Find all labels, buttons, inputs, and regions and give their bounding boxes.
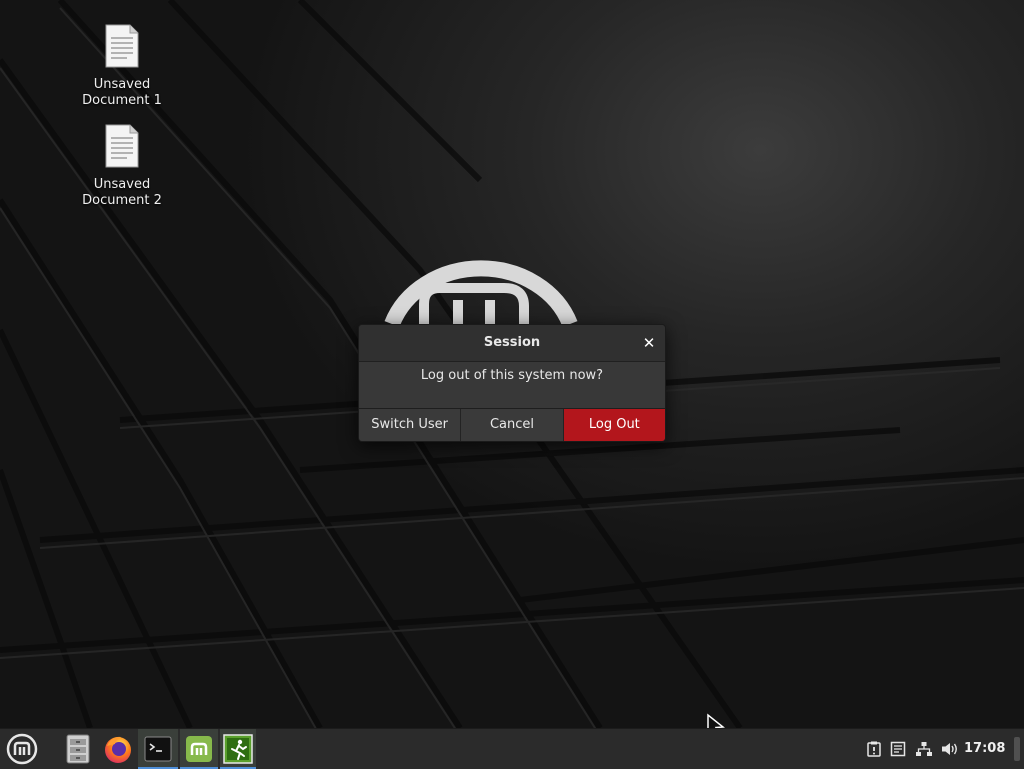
menu-button[interactable] [2, 729, 42, 769]
notes-icon [890, 741, 906, 757]
mouse-pointer-icon [707, 713, 725, 728]
dialog-title: Session [483, 335, 541, 350]
file-manager-launcher[interactable] [60, 729, 96, 769]
desktop-icon-document-2[interactable]: Unsaved Document 2 [74, 124, 170, 209]
desktop-icon-document-1[interactable]: Unsaved Document 1 [74, 24, 170, 109]
show-desktop-button[interactable] [1014, 737, 1020, 761]
tray-notes[interactable] [888, 729, 908, 769]
tray-network[interactable] [914, 729, 934, 769]
dialog-titlebar[interactable]: Session ✕ [359, 325, 665, 362]
terminal-icon [144, 736, 172, 762]
desktop-icon-label: Unsaved Document 2 [82, 177, 162, 208]
tray-notifications[interactable] [864, 729, 884, 769]
firefox-launcher[interactable] [100, 729, 136, 769]
network-icon [916, 742, 932, 756]
mint-update-launcher[interactable] [180, 729, 218, 769]
cancel-button[interactable]: Cancel [461, 409, 564, 441]
clock[interactable]: 17:08 [964, 729, 1005, 769]
volume-icon [942, 743, 957, 755]
logout-launcher[interactable] [220, 729, 256, 769]
switch-user-button[interactable]: Switch User [359, 409, 462, 441]
notifications-icon [867, 741, 881, 757]
text-document-icon [105, 24, 139, 68]
logout-icon [223, 734, 253, 764]
close-icon[interactable]: ✕ [641, 335, 657, 351]
dialog-button-row: Switch User Cancel Log Out [359, 408, 665, 441]
desktop[interactable]: Unsaved Document 1 Unsaved Document 2 Se… [0, 0, 1024, 728]
taskbar: 17:08 [0, 728, 1024, 769]
session-dialog: Session ✕ Log out of this system now? Sw… [358, 324, 666, 442]
terminal-launcher[interactable] [138, 729, 178, 769]
tray-volume[interactable] [940, 729, 960, 769]
mint-update-icon [186, 736, 212, 762]
dialog-message: Log out of this system now? [359, 362, 665, 410]
file-manager-icon [66, 734, 90, 764]
log-out-button[interactable]: Log Out [563, 409, 665, 441]
desktop-icon-label: Unsaved Document 1 [82, 77, 162, 108]
firefox-icon [105, 736, 131, 763]
text-document-icon [105, 124, 139, 168]
mint-menu-icon [6, 733, 38, 765]
